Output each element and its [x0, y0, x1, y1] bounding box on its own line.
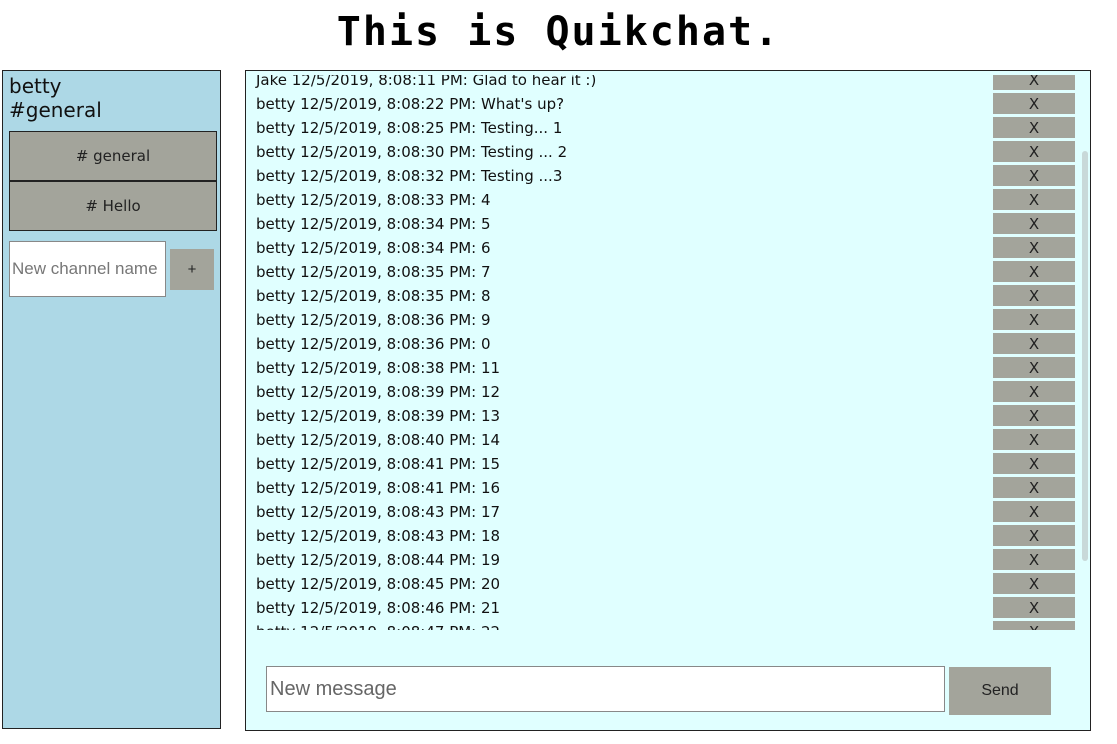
- message-text: betty 12/5/2019, 8:08:32 PM: Testing ...…: [256, 167, 563, 185]
- delete-message-button[interactable]: X: [993, 117, 1075, 138]
- delete-message-button[interactable]: X: [993, 333, 1075, 354]
- delete-message-button[interactable]: X: [993, 141, 1075, 162]
- channel-button-general[interactable]: # general: [9, 131, 217, 181]
- message-text: betty 12/5/2019, 8:08:43 PM: 18: [256, 527, 501, 545]
- delete-message-button[interactable]: X: [993, 381, 1075, 402]
- message-row: betty 12/5/2019, 8:08:38 PM: 11 X: [246, 356, 1084, 380]
- message-list[interactable]: Jake 12/5/2019, 8:08:11 PM: Glad to hear…: [246, 75, 1084, 630]
- message-text: betty 12/5/2019, 8:08:44 PM: 19: [256, 551, 501, 569]
- message-text: betty 12/5/2019, 8:08:43 PM: 17: [256, 503, 501, 521]
- message-text: Jake 12/5/2019, 8:08:11 PM: Glad to hear…: [256, 75, 597, 89]
- message-row: betty 12/5/2019, 8:08:35 PM: 7 X: [246, 260, 1084, 284]
- delete-message-button[interactable]: X: [993, 285, 1075, 306]
- message-row: betty 12/5/2019, 8:08:25 PM: Testing... …: [246, 116, 1084, 140]
- delete-message-button[interactable]: X: [993, 621, 1075, 630]
- delete-message-button[interactable]: X: [993, 405, 1075, 426]
- message-input[interactable]: [266, 666, 945, 712]
- delete-message-button[interactable]: X: [993, 75, 1075, 90]
- message-text: betty 12/5/2019, 8:08:41 PM: 15: [256, 455, 501, 473]
- message-text: betty 12/5/2019, 8:08:34 PM: 6: [256, 239, 491, 257]
- delete-message-button[interactable]: X: [993, 93, 1075, 114]
- channel-button-hello[interactable]: # Hello: [9, 181, 217, 231]
- message-text: betty 12/5/2019, 8:08:39 PM: 13: [256, 407, 501, 425]
- delete-message-button[interactable]: X: [993, 501, 1075, 522]
- delete-message-button[interactable]: X: [993, 189, 1075, 210]
- delete-message-button[interactable]: X: [993, 165, 1075, 186]
- message-row: betty 12/5/2019, 8:08:45 PM: 20 X: [246, 572, 1084, 596]
- message-row: betty 12/5/2019, 8:08:46 PM: 21 X: [246, 596, 1084, 620]
- message-row: betty 12/5/2019, 8:08:44 PM: 19 X: [246, 548, 1084, 572]
- message-row: betty 12/5/2019, 8:08:39 PM: 12 X: [246, 380, 1084, 404]
- delete-message-button[interactable]: X: [993, 453, 1075, 474]
- message-text: betty 12/5/2019, 8:08:35 PM: 8: [256, 287, 491, 305]
- sidebar: betty #general # general # Hello +: [2, 70, 221, 729]
- delete-message-button[interactable]: X: [993, 309, 1075, 330]
- delete-message-button[interactable]: X: [993, 213, 1075, 234]
- message-row: betty 12/5/2019, 8:08:33 PM: 4 X: [246, 188, 1084, 212]
- message-text: betty 12/5/2019, 8:08:36 PM: 9: [256, 311, 491, 329]
- message-text: betty 12/5/2019, 8:08:45 PM: 20: [256, 575, 501, 593]
- message-row: betty 12/5/2019, 8:08:43 PM: 18 X: [246, 524, 1084, 548]
- delete-message-button[interactable]: X: [993, 237, 1075, 258]
- message-row: betty 12/5/2019, 8:08:47 PM: 22 X: [246, 620, 1084, 630]
- message-text: betty 12/5/2019, 8:08:39 PM: 12: [256, 383, 501, 401]
- message-list-scrollbar[interactable]: [1082, 151, 1088, 561]
- message-text: betty 12/5/2019, 8:08:47 PM: 22: [256, 620, 500, 630]
- message-row: betty 12/5/2019, 8:08:30 PM: Testing ...…: [246, 140, 1084, 164]
- send-button[interactable]: Send: [949, 667, 1051, 715]
- message-row: betty 12/5/2019, 8:08:35 PM: 8 X: [246, 284, 1084, 308]
- message-text: betty 12/5/2019, 8:08:46 PM: 21: [256, 599, 501, 617]
- message-row: betty 12/5/2019, 8:08:32 PM: Testing ...…: [246, 164, 1084, 188]
- message-text: betty 12/5/2019, 8:08:22 PM: What's up?: [256, 95, 565, 113]
- delete-message-button[interactable]: X: [993, 477, 1075, 498]
- current-username: betty: [9, 74, 62, 98]
- delete-message-button[interactable]: X: [993, 429, 1075, 450]
- message-text: betty 12/5/2019, 8:08:34 PM: 5: [256, 215, 491, 233]
- add-channel-button[interactable]: +: [170, 249, 214, 290]
- message-row: betty 12/5/2019, 8:08:43 PM: 17 X: [246, 500, 1084, 524]
- current-channel-name: #general: [9, 98, 102, 122]
- message-row: betty 12/5/2019, 8:08:41 PM: 15 X: [246, 452, 1084, 476]
- message-text: betty 12/5/2019, 8:08:33 PM: 4: [256, 191, 491, 209]
- delete-message-button[interactable]: X: [993, 525, 1075, 546]
- delete-message-button[interactable]: X: [993, 261, 1075, 282]
- app-title: This is Quikchat.: [336, 9, 781, 55]
- message-text: betty 12/5/2019, 8:08:40 PM: 14: [256, 431, 501, 449]
- message-row: betty 12/5/2019, 8:08:36 PM: 9 X: [246, 308, 1084, 332]
- delete-message-button[interactable]: X: [993, 549, 1075, 570]
- delete-message-button[interactable]: X: [993, 357, 1075, 378]
- message-text: betty 12/5/2019, 8:08:30 PM: Testing ...…: [256, 143, 568, 161]
- message-text: betty 12/5/2019, 8:08:36 PM: 0: [256, 335, 491, 353]
- new-channel-input[interactable]: [9, 241, 166, 297]
- message-row: betty 12/5/2019, 8:08:36 PM: 0 X: [246, 332, 1084, 356]
- message-text: betty 12/5/2019, 8:08:38 PM: 11: [256, 359, 501, 377]
- message-row: Jake 12/5/2019, 8:08:11 PM: Glad to hear…: [246, 75, 1084, 92]
- message-text: betty 12/5/2019, 8:08:41 PM: 16: [256, 479, 501, 497]
- chat-panel: Jake 12/5/2019, 8:08:11 PM: Glad to hear…: [245, 70, 1091, 731]
- delete-message-button[interactable]: X: [993, 573, 1075, 594]
- message-text: betty 12/5/2019, 8:08:35 PM: 7: [256, 263, 491, 281]
- message-row: betty 12/5/2019, 8:08:22 PM: What's up? X: [246, 92, 1084, 116]
- message-row: betty 12/5/2019, 8:08:41 PM: 16 X: [246, 476, 1084, 500]
- message-row: betty 12/5/2019, 8:08:40 PM: 14 X: [246, 428, 1084, 452]
- message-row: betty 12/5/2019, 8:08:34 PM: 6 X: [246, 236, 1084, 260]
- delete-message-button[interactable]: X: [993, 597, 1075, 618]
- message-row: betty 12/5/2019, 8:08:39 PM: 13 X: [246, 404, 1084, 428]
- message-text: betty 12/5/2019, 8:08:25 PM: Testing... …: [256, 119, 563, 137]
- message-row: betty 12/5/2019, 8:08:34 PM: 5 X: [246, 212, 1084, 236]
